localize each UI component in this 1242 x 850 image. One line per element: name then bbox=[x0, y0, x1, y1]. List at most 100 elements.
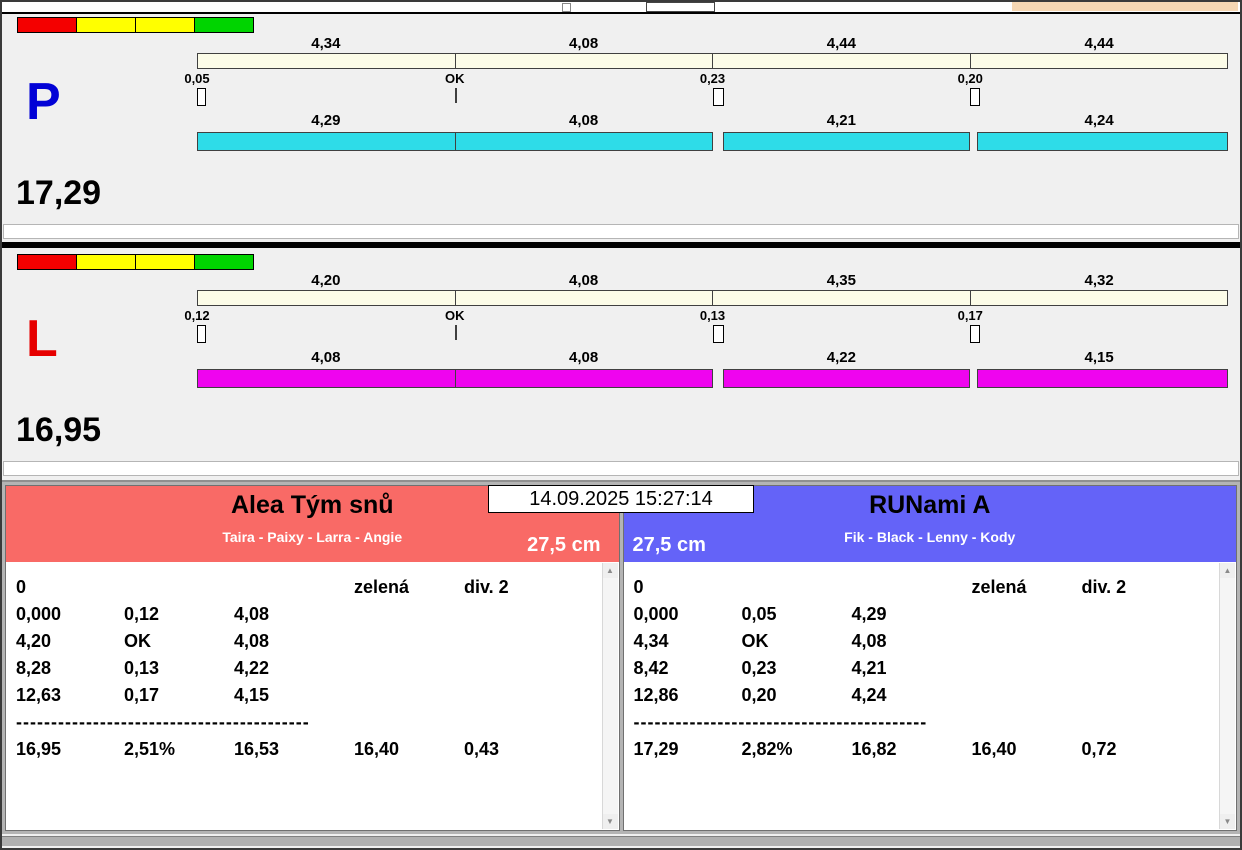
split-time: 4,29 bbox=[852, 604, 972, 625]
lane-letter: P bbox=[26, 76, 61, 128]
change-time: OK bbox=[445, 308, 465, 323]
team-dogs: Fik - Black - Lenny - Kody bbox=[624, 529, 1237, 545]
traffic-light-red-icon bbox=[17, 17, 77, 33]
run-bar-segment bbox=[455, 369, 713, 388]
cumulative-time: 0,000 bbox=[16, 604, 124, 625]
leg-time: 4,34 bbox=[197, 35, 455, 53]
best-time: 16,40 bbox=[354, 739, 464, 760]
ok-marker-line bbox=[455, 88, 457, 103]
leg-bar-segment bbox=[970, 290, 1229, 306]
change-marker-box bbox=[197, 88, 206, 106]
scroll-down-icon[interactable]: ▼ bbox=[603, 814, 618, 829]
titlebar-peach-block bbox=[1012, 2, 1238, 11]
totals-row: 16,95 2,51% 16,53 16,40 0,43 bbox=[16, 736, 595, 763]
cumulative-time: 12,63 bbox=[16, 685, 124, 706]
team-panel-right: RUNami A Fik - Black - Lenny - Kody 27,5… bbox=[623, 485, 1238, 831]
split-row: 8,28 0,13 4,22 bbox=[16, 655, 595, 682]
scroll-up-icon[interactable]: ▲ bbox=[603, 563, 618, 578]
scrollbar[interactable]: ▲ ▼ bbox=[1219, 563, 1235, 829]
lane-panel-l: L 16,95 4,20 4,08 4,35 4,32 0,12 OK 0,13… bbox=[2, 251, 1240, 476]
team-results-table: 0 zelená div. 2 0,000 0,12 4,08 4,20 OK … bbox=[6, 562, 619, 830]
scroll-down-icon[interactable]: ▼ bbox=[1220, 814, 1235, 829]
split-time: 4,08 bbox=[234, 604, 354, 625]
traffic-light-yellow-icon bbox=[76, 17, 136, 33]
change-time: 0,20 bbox=[958, 71, 983, 86]
leg-bar bbox=[197, 290, 1228, 306]
run-bar-segment bbox=[455, 132, 713, 151]
change-markers bbox=[197, 323, 1228, 349]
loss-percent: 2,51% bbox=[124, 739, 234, 760]
split-time: 4,08 bbox=[852, 631, 972, 652]
lane-track: 4,20 4,08 4,35 4,32 0,12 OK 0,13 0,17 bbox=[197, 251, 1228, 388]
best-time: 16,40 bbox=[972, 739, 1082, 760]
leg-time-labels: 4,34 4,08 4,44 4,44 bbox=[197, 35, 1228, 53]
scroll-up-icon[interactable]: ▲ bbox=[1220, 563, 1235, 578]
info-row: 0 zelená div. 2 bbox=[16, 574, 595, 601]
change-marker-box bbox=[970, 88, 980, 106]
change-time: 0,12 bbox=[184, 308, 209, 323]
run-bar-segment bbox=[723, 132, 971, 151]
sum-of-splits: 16,53 bbox=[234, 739, 354, 760]
cumulative-time: 0,000 bbox=[634, 604, 742, 625]
team-results-table: 0 zelená div. 2 0,000 0,05 4,29 4,34 OK … bbox=[624, 562, 1237, 830]
light-status: zelená bbox=[972, 577, 1082, 598]
cumulative-time: 4,20 bbox=[16, 631, 124, 652]
titlebar-tick bbox=[562, 3, 571, 12]
loss-percent: 2,82% bbox=[742, 739, 852, 760]
split-time: 4,15 bbox=[234, 685, 354, 706]
change-time-labels: 0,05 OK 0,23 0,20 bbox=[197, 69, 1228, 86]
change-time: 0,23 bbox=[700, 71, 725, 86]
split-time: 4,21 bbox=[852, 658, 972, 679]
change-time: 0,20 bbox=[742, 685, 852, 706]
results-section: Alea Tým snů Taira - Paixy - Larra - Ang… bbox=[2, 480, 1240, 834]
leg-time: 4,44 bbox=[713, 35, 971, 53]
scrollbar[interactable]: ▲ ▼ bbox=[602, 563, 618, 829]
leg-bar-segment bbox=[712, 53, 971, 69]
lane-panel-p: P 17,29 4,34 4,08 4,44 4,44 0,05 OK 0,23… bbox=[2, 14, 1240, 239]
change-time: 0,13 bbox=[124, 658, 234, 679]
change-time: OK bbox=[445, 71, 465, 86]
datetime-box: 14.09.2025 15:27:14 bbox=[488, 485, 754, 513]
division: div. 2 bbox=[1082, 577, 1213, 598]
lane-divider bbox=[2, 242, 1240, 248]
change-time: 0,05 bbox=[742, 604, 852, 625]
change-time: 0,17 bbox=[124, 685, 234, 706]
sum-of-splits: 16,82 bbox=[852, 739, 972, 760]
change-time-labels: 0,12 OK 0,13 0,17 bbox=[197, 306, 1228, 323]
split-time: 4,15 bbox=[970, 349, 1228, 367]
lane-footer-strip bbox=[3, 224, 1239, 239]
split-time: 4,08 bbox=[197, 349, 455, 367]
ok-marker-line bbox=[455, 325, 457, 340]
run-bar-segment bbox=[977, 132, 1228, 151]
change-time: 0,17 bbox=[958, 308, 983, 323]
jump-height: 27,5 cm bbox=[527, 534, 600, 557]
change-markers bbox=[197, 86, 1228, 112]
total-time: 16,95 bbox=[16, 739, 124, 760]
leg-bar-segment bbox=[970, 53, 1229, 69]
lane-track: 4,34 4,08 4,44 4,44 0,05 OK 0,23 0,20 bbox=[197, 14, 1228, 151]
split-row: 12,86 0,20 4,24 bbox=[634, 682, 1213, 709]
traffic-light-red-icon bbox=[17, 254, 77, 270]
lane-letter: L bbox=[26, 313, 58, 365]
titlebar bbox=[2, 2, 1240, 12]
cumulative-time: 4,34 bbox=[634, 631, 742, 652]
traffic-light-yellow-icon bbox=[135, 254, 195, 270]
leg-bar-segment bbox=[455, 53, 714, 69]
split-time: 4,08 bbox=[234, 631, 354, 652]
change-marker-box bbox=[197, 325, 206, 343]
cumulative-time: 12,86 bbox=[634, 685, 742, 706]
leg-time: 4,20 bbox=[197, 272, 455, 290]
run-bar-segment bbox=[197, 369, 455, 388]
lane-total-time: 17,29 bbox=[16, 174, 101, 213]
split-row: 0,000 0,12 4,08 bbox=[16, 601, 595, 628]
cumulative-time: 8,42 bbox=[634, 658, 742, 679]
leg-time: 4,08 bbox=[455, 35, 713, 53]
leg-time-labels: 4,20 4,08 4,35 4,32 bbox=[197, 272, 1228, 290]
start-number: 0 bbox=[16, 577, 124, 598]
leg-time: 4,44 bbox=[970, 35, 1228, 53]
titlebar-tab bbox=[646, 2, 715, 12]
change-time: OK bbox=[124, 631, 234, 652]
cumulative-time: 8,28 bbox=[16, 658, 124, 679]
change-time: 0,05 bbox=[184, 71, 209, 86]
traffic-light-yellow-icon bbox=[135, 17, 195, 33]
